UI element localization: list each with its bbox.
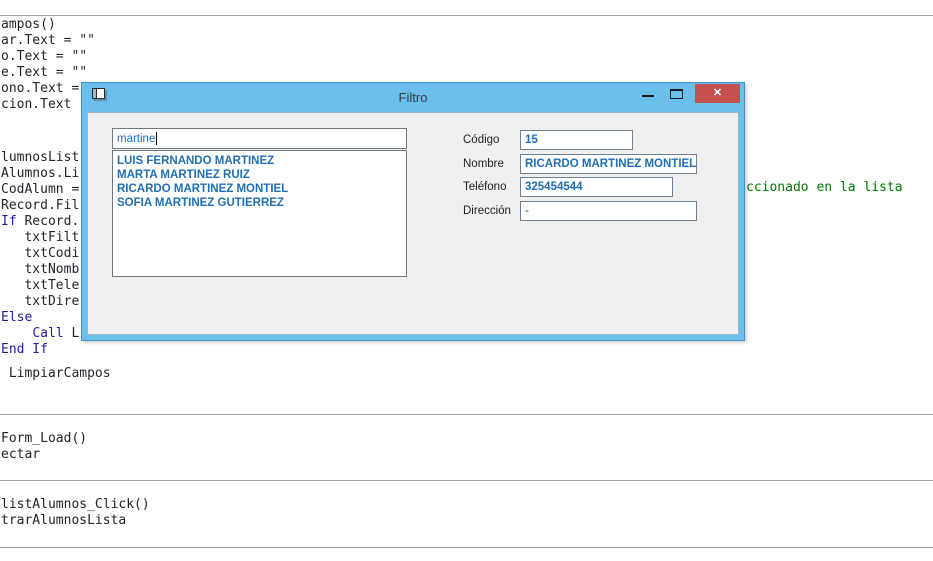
alumnos-listbox[interactable]: LUIS FERNANDO MARTINEZ MARTA MARTINEZ RU… [112,150,407,277]
close-button[interactable]: ✕ [695,84,740,103]
dialog-titlebar[interactable]: Filtro ✕ [82,83,744,112]
dialog-client-area: martine LUIS FERNANDO MARTINEZ MARTA MAR… [87,112,739,335]
code-line: ectar [1,447,87,463]
code-line: listAlumnos_Click() [1,497,150,513]
filtro-dialog: Filtro ✕ martine LUIS FERNANDO MARTINEZ … [81,82,745,341]
code-line: If Record. [1,214,79,230]
code-line: CodAlumn = [1,182,79,198]
nombre-label: Nombre [463,157,504,171]
telefono-label: Teléfono [463,180,506,194]
code-line: End If [1,342,79,358]
code-line: Form_Load() [1,431,87,447]
minimize-button[interactable] [642,95,654,97]
procedure-divider [0,547,933,548]
procedure-divider [0,15,933,16]
code-line: Alumnos.Li [1,166,79,182]
code-line: Record.Fil [1,198,79,214]
code-line: Call L [1,326,79,342]
code-line: trarAlumnosLista [1,513,150,529]
code-line: ampos() [1,17,95,33]
dialog-title: Filtro [82,83,744,112]
code-line: txtDire [1,294,79,310]
list-item[interactable]: SOFIA MARTINEZ GUTIERREZ [117,196,406,210]
code-line: LimpiarCampos [1,366,111,382]
code-line: txtCodi [1,246,79,262]
code-line: txtFilt [1,230,79,246]
code-line: Else [1,310,79,326]
code-line: txtNomb [1,262,79,278]
search-text: martine [117,133,155,145]
code-line: lumnosList [1,150,79,166]
code-block-filtrar: lumnosList Alumnos.Li CodAlumn = Record.… [1,150,79,358]
code-line: txtTele [1,278,79,294]
code-line: ar.Text = "" [1,33,95,49]
procedure-divider [0,414,933,415]
code-line: e.Text = "" [1,65,95,81]
code-line: o.Text = "" [1,49,95,65]
maximize-button[interactable] [670,89,683,99]
code-block-list-click: listAlumnos_Click() trarAlumnosLista [1,497,150,529]
codigo-field[interactable]: 15 [520,130,633,150]
procedure-divider [0,480,933,481]
filter-search-input[interactable]: martine [112,128,407,149]
nombre-field[interactable]: RICARDO MARTINEZ MONTIEL [520,154,697,174]
list-item[interactable]: RICARDO MARTINEZ MONTIEL [117,182,406,196]
list-item[interactable]: MARTA MARTINEZ RUIZ [117,168,406,182]
telefono-field[interactable]: 325454544 [520,177,673,197]
direccion-label: Dirección [463,204,511,218]
list-item[interactable]: LUIS FERNANDO MARTINEZ [117,154,406,168]
codigo-label: Código [463,133,499,147]
text-caret [156,132,157,145]
code-comment-fragment: ccionado en la lista [746,180,903,196]
code-block-form-load: Form_Load() ectar [1,431,87,463]
direccion-field[interactable]: - [520,201,697,221]
